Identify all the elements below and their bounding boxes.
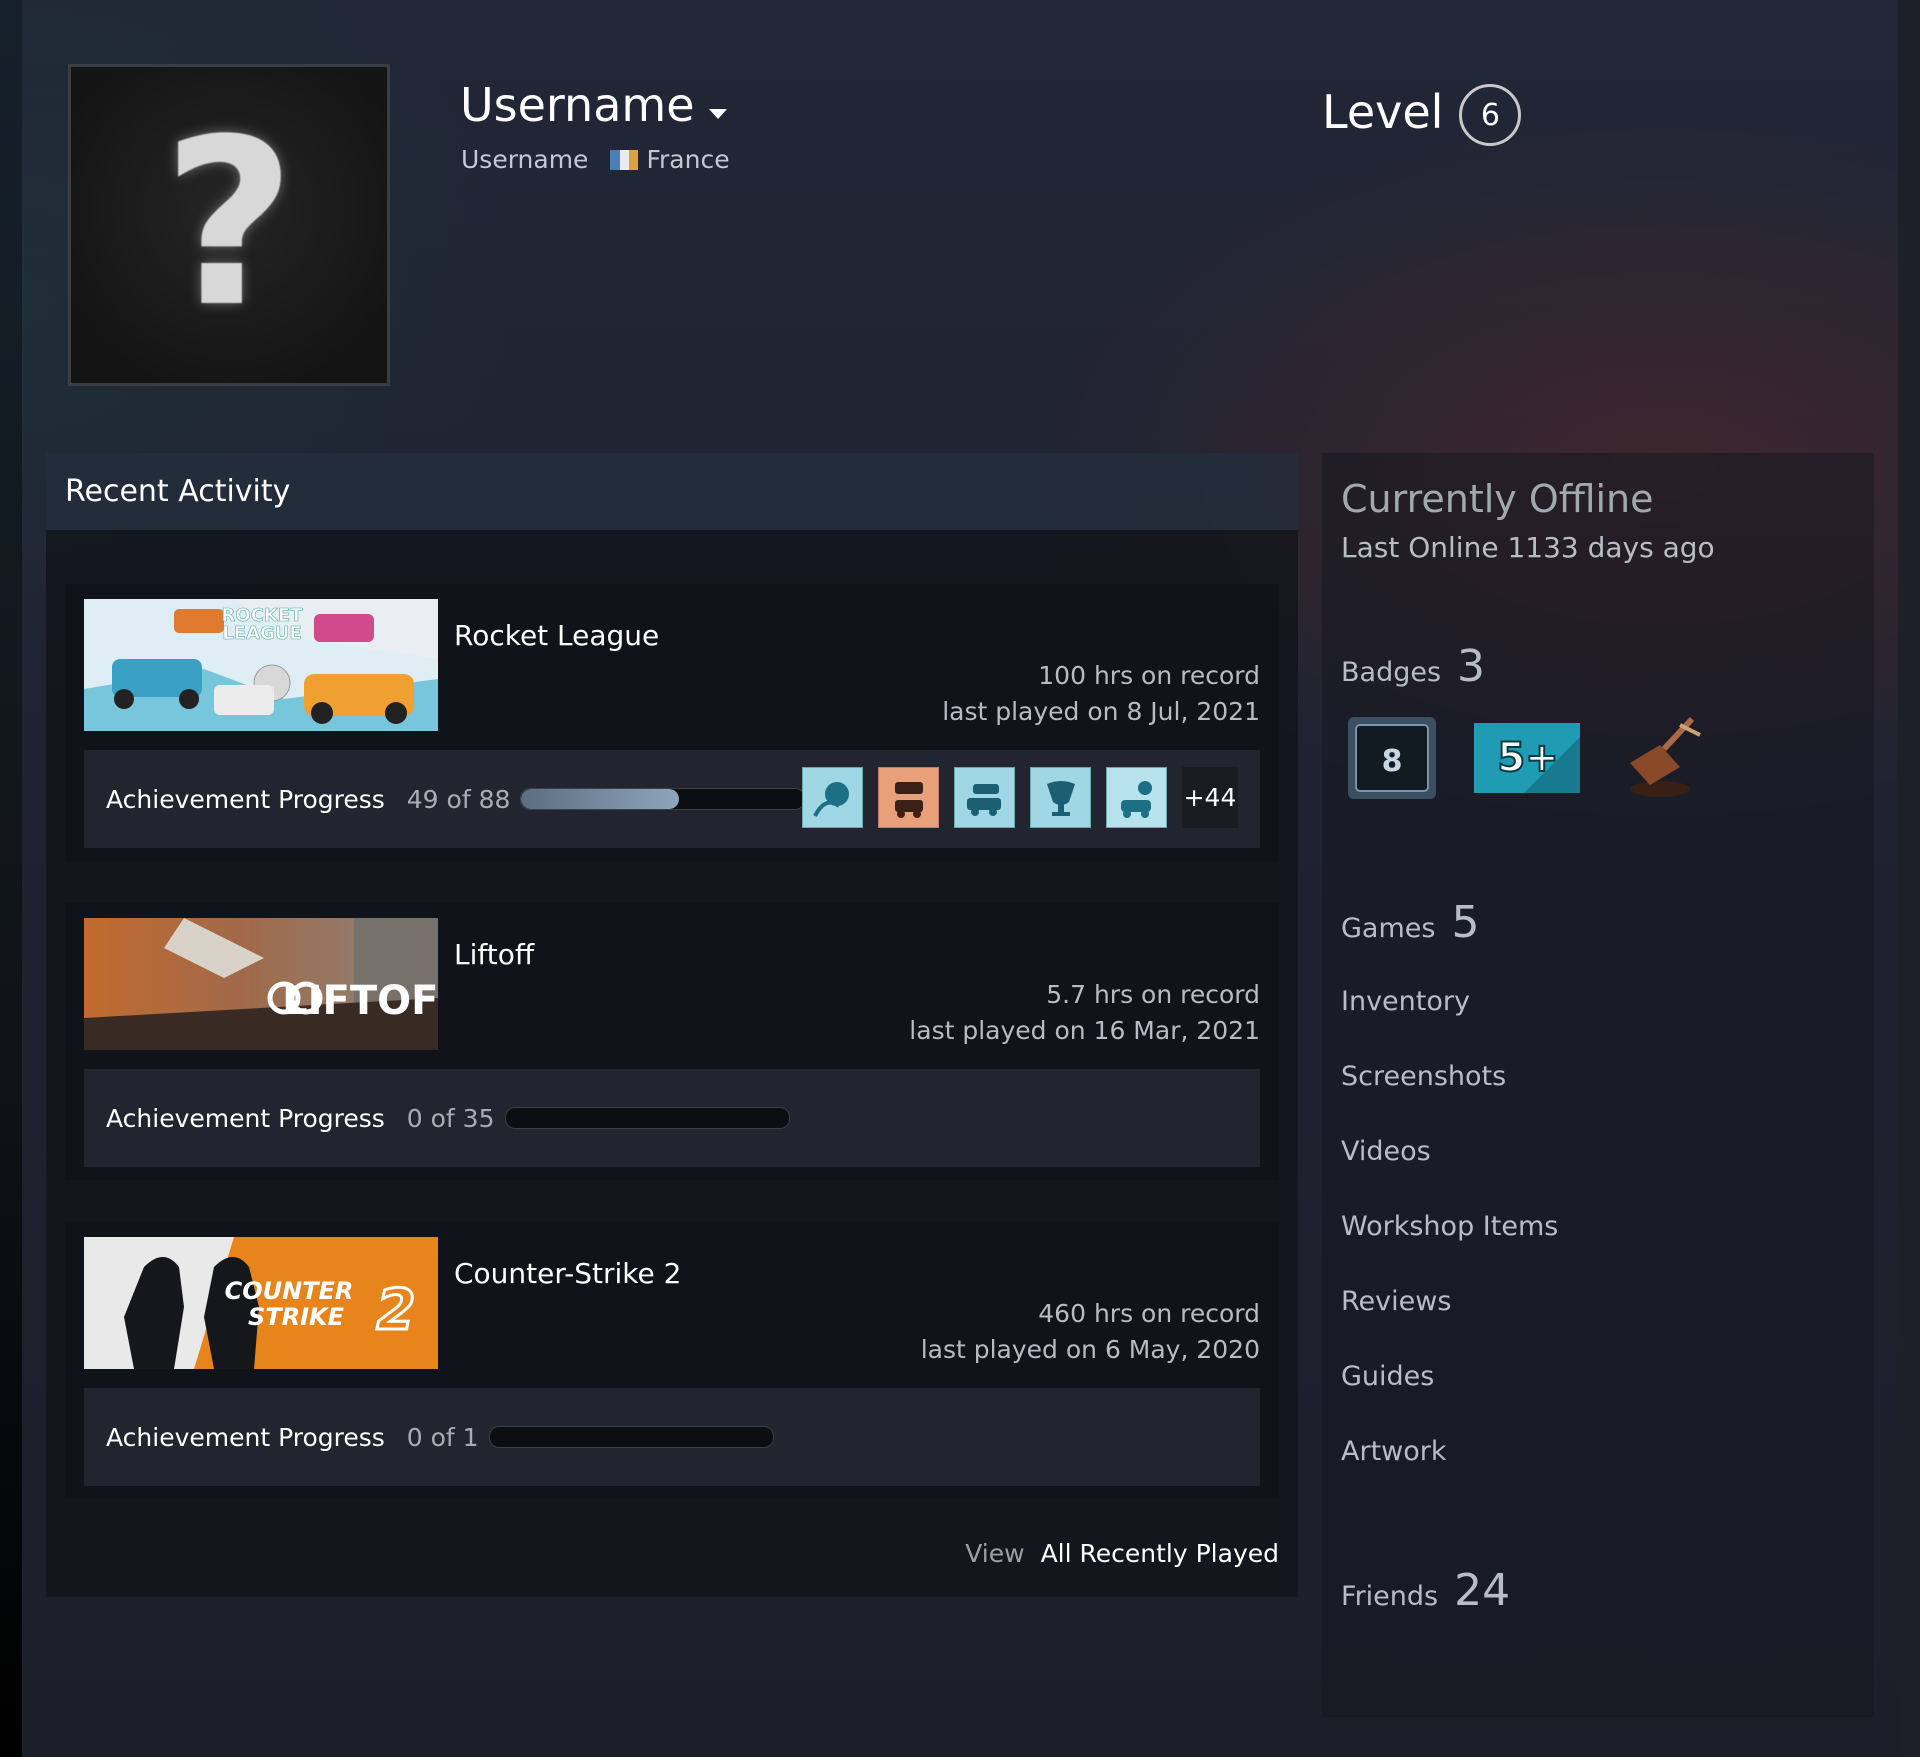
screenshots-link[interactable]: Screenshots (1341, 1061, 1506, 1092)
svg-text:2: 2 (377, 1278, 416, 1343)
achievement-icons: +44 (802, 767, 1238, 828)
game-last-played: last played on 8 Jul, 2021 (942, 697, 1260, 726)
game-last-played: last played on 16 Mar, 2021 (909, 1016, 1260, 1045)
achievement-progress-bar (488, 1426, 774, 1448)
artwork-link[interactable]: Artwork (1341, 1436, 1447, 1467)
broom-badge-icon (1630, 716, 1701, 797)
years-badge-icon: 8 (1348, 717, 1436, 799)
question-mark-icon: ? (162, 91, 296, 358)
right-edge (1898, 0, 1920, 1757)
level-label: Level (1322, 85, 1444, 139)
achievement-progress-bar (520, 788, 806, 810)
recent-activity-panel: Recent Activity ROCKET LEAGUE Rocket Lea… (46, 453, 1298, 1597)
view-prefix: View (965, 1539, 1025, 1568)
recent-activity-title: Recent Activity (65, 474, 291, 509)
location: France (610, 145, 730, 174)
persona-name: Username (460, 78, 695, 132)
achievement-count: 0 of 35 (406, 1103, 495, 1133)
recent-activity-header: Recent Activity (46, 453, 1298, 530)
avatar[interactable]: ? (68, 64, 390, 386)
games-count: 5 (1451, 897, 1480, 948)
achievement-icon-cars-teal[interactable] (954, 767, 1015, 828)
badges-link[interactable]: Badges 3 (1341, 641, 1485, 692)
achievement-progress[interactable]: Achievement Progress 0 of 35 (84, 1069, 1260, 1167)
friends-count: 24 (1454, 1565, 1511, 1616)
achievement-progress[interactable]: Achievement Progress 49 of 88 +44 (84, 750, 1260, 848)
game-last-played: last played on 6 May, 2020 (920, 1335, 1260, 1364)
badge-broom[interactable] (1620, 715, 1704, 801)
all-recently-played-link[interactable]: All Recently Played (1041, 1539, 1279, 1568)
caret-down-icon (708, 109, 727, 119)
achievement-progress-fill (521, 789, 680, 809)
achievement-icon-cars-orange[interactable] (878, 767, 939, 828)
badge-years-service[interactable]: 8 (1346, 715, 1438, 801)
game-name[interactable]: Rocket League (454, 619, 659, 652)
game-name[interactable]: Counter-Strike 2 (454, 1257, 681, 1290)
games-label: Games (1341, 913, 1436, 944)
game-name[interactable]: Liftoff (454, 938, 534, 971)
profile-level[interactable]: Level 6 (1322, 78, 1522, 146)
svg-text:STRIKE: STRIKE (248, 1303, 345, 1331)
game-capsule-counter-strike-2[interactable]: COUNTER STRIKE 2 (84, 1237, 438, 1369)
achievement-label: Achievement Progress (106, 784, 385, 814)
achievement-count: 0 of 1 (406, 1422, 479, 1452)
liftoff-capsule-art: LIFTOFF (84, 918, 438, 1050)
flag-icon (610, 149, 639, 170)
game-capsule-rocket-league[interactable]: ROCKET LEAGUE (84, 599, 438, 731)
level-badge: 6 (1459, 84, 1522, 146)
left-edge (0, 0, 22, 1757)
badge-games-owned[interactable]: 5+ (1474, 723, 1580, 793)
workshop-items-link[interactable]: Workshop Items (1341, 1211, 1558, 1242)
achievement-icon-trophy[interactable] (1030, 767, 1091, 828)
badge-showcase: 8 5+ (1346, 715, 1704, 801)
svg-text:LEAGUE: LEAGUE (222, 623, 301, 644)
badge-years-text: 8 (1382, 744, 1403, 779)
last-online: Last Online 1133 days ago (1341, 531, 1715, 564)
reviews-link[interactable]: Reviews (1341, 1286, 1451, 1317)
game-hours: 100 hrs on record (1038, 661, 1260, 690)
badge-games-text: 5+ (1497, 735, 1558, 781)
friends-label: Friends (1341, 1581, 1439, 1612)
achievement-icon-ball[interactable] (802, 767, 863, 828)
achievement-progress-bar (504, 1107, 790, 1129)
badges-label: Badges (1341, 657, 1442, 688)
game-row-liftoff: LIFTOFF Liftoff 5.7 hrs on record last p… (65, 903, 1279, 1180)
game-row-counter-strike-2: COUNTER STRIKE 2 Counter-Strike 2 460 hr… (65, 1222, 1279, 1499)
achievement-label: Achievement Progress (106, 1103, 385, 1133)
badges-count: 3 (1457, 641, 1486, 692)
real-name: Username (461, 145, 589, 174)
achievement-label: Achievement Progress (106, 1422, 385, 1452)
profile-sidebar: Currently Offline Last Online 1133 days … (1322, 453, 1874, 1717)
game-hours: 460 hrs on record (1038, 1299, 1260, 1328)
games-link[interactable]: Games 5 (1341, 897, 1479, 948)
achievement-icon-car-ball[interactable] (1106, 767, 1167, 828)
online-status: Currently Offline (1341, 477, 1654, 521)
game-capsule-liftoff[interactable]: LIFTOFF (84, 918, 438, 1050)
view-all-recently-played: View All Recently Played (965, 1539, 1279, 1568)
videos-link[interactable]: Videos (1341, 1136, 1431, 1167)
more-achievements[interactable]: +44 (1182, 767, 1238, 828)
game-row-rocket-league: ROCKET LEAGUE Rocket League 100 hrs on r… (65, 584, 1279, 861)
games-owned-badge-icon: 5+ (1474, 723, 1580, 793)
svg-text:COUNTER: COUNTER (225, 1277, 354, 1305)
friends-link[interactable]: Friends 24 (1341, 1565, 1510, 1616)
achievement-progress[interactable]: Achievement Progress 0 of 1 (84, 1388, 1260, 1486)
profile-subline: Username France (461, 145, 730, 174)
inventory-link[interactable]: Inventory (1341, 986, 1470, 1017)
counter-strike-2-capsule-art: COUNTER STRIKE 2 (84, 1237, 438, 1369)
guides-link[interactable]: Guides (1341, 1361, 1434, 1392)
rocket-league-capsule-art: ROCKET LEAGUE (84, 599, 438, 731)
game-hours: 5.7 hrs on record (1046, 980, 1260, 1009)
svg-text:LIFTOFF: LIFTOFF (282, 978, 438, 1024)
country: France (646, 145, 730, 174)
achievement-count: 49 of 88 (406, 784, 511, 814)
persona-name-dropdown[interactable]: Username (460, 78, 727, 132)
